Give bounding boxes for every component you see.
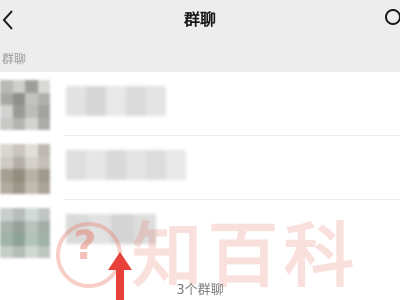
group-list bbox=[0, 72, 400, 300]
section-label: 群聊 bbox=[2, 52, 27, 66]
group-avatar bbox=[0, 80, 50, 130]
red-arrow-annotation bbox=[108, 252, 132, 300]
group-avatar bbox=[0, 208, 50, 258]
group-row[interactable] bbox=[0, 200, 400, 264]
chevron-left-icon bbox=[2, 10, 13, 30]
group-count-label: 3个群聊 bbox=[176, 283, 224, 298]
group-row[interactable] bbox=[0, 72, 400, 136]
search-button[interactable] bbox=[383, 8, 400, 30]
section-header: 群聊 bbox=[0, 44, 400, 72]
group-name-mosaic bbox=[66, 86, 166, 116]
group-name-mosaic bbox=[66, 150, 186, 180]
group-avatar bbox=[0, 144, 50, 194]
top-bar: 群聊 bbox=[0, 0, 400, 44]
search-icon bbox=[385, 9, 400, 25]
group-name-mosaic bbox=[66, 214, 156, 244]
page-title: 群聊 bbox=[183, 10, 216, 29]
back-button[interactable] bbox=[0, 8, 20, 32]
group-row[interactable] bbox=[0, 136, 400, 200]
